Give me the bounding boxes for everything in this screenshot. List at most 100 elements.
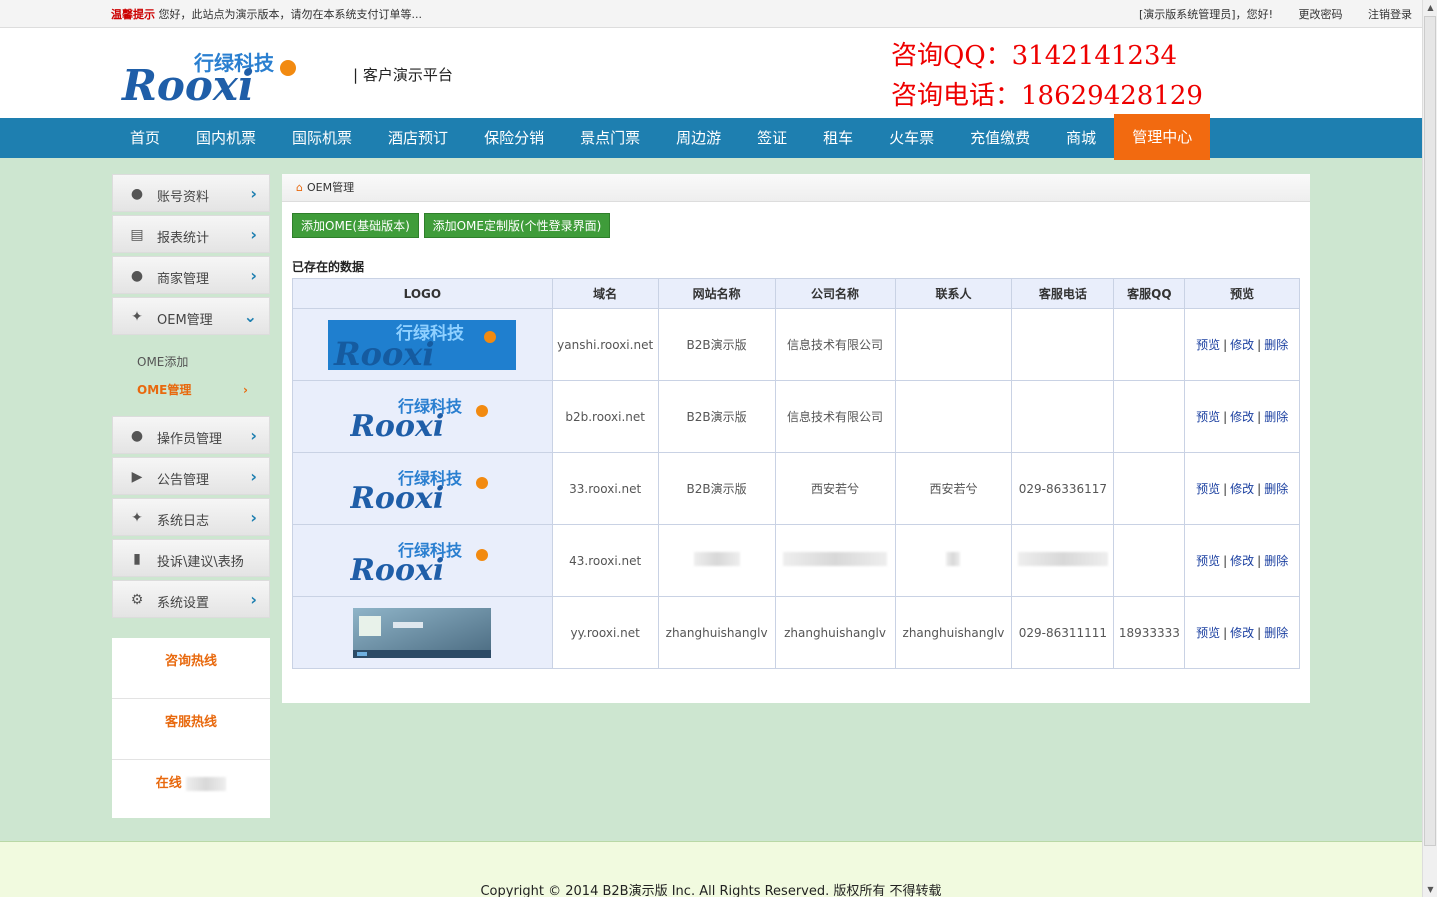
col-preview: 预览 <box>1184 278 1300 309</box>
logo-screenshot-thumbnail <box>353 607 492 658</box>
preview-link[interactable]: 预览 <box>1196 482 1220 496</box>
vertical-scrollbar[interactable]: ▲ ▼ <box>1422 0 1437 897</box>
svg-text:Rooxi: Rooxi <box>121 61 254 104</box>
add-ome-basic-button[interactable]: 添加OME(基础版本) <box>292 213 419 238</box>
scroll-thumb[interactable] <box>1424 16 1436 846</box>
col-qq: 客服QQ <box>1113 278 1186 309</box>
delete-link[interactable]: 删除 <box>1264 410 1288 424</box>
logout-link[interactable]: 注销登录 <box>1368 8 1412 21</box>
row-company: 信息技术有限公司 <box>774 308 896 381</box>
platform-title: | 客户演示平台 <box>353 66 453 84</box>
blurred-text <box>186 776 227 791</box>
chevron-right-icon: › <box>250 266 257 285</box>
row-phone <box>1011 524 1115 597</box>
breadcrumb-current: OEM管理 <box>306 181 355 194</box>
change-password-link[interactable]: 更改密码 <box>1299 8 1343 21</box>
preview-link[interactable]: 预览 <box>1196 626 1220 640</box>
submenu-label: OME管理 <box>137 383 192 397</box>
row-site: zhanghuishanglv <box>657 596 776 669</box>
row-actions: 预览 | 修改 | 删除 <box>1184 596 1300 669</box>
submenu-ome-add[interactable]: OME添加 <box>112 348 270 376</box>
logo-thumbnail: 行绿科技 Rooxi <box>350 469 489 511</box>
sidebar-item-oem[interactable]: ✦ OEM管理 ⌄ <box>112 297 270 335</box>
sidebar-item-account[interactable]: ● 账号资料 › <box>112 174 270 212</box>
row-phone <box>1011 380 1115 453</box>
online-label: 在线 <box>155 776 182 791</box>
nav-car-rental[interactable]: 租车 <box>805 118 871 158</box>
row-actions: 预览 | 修改 | 删除 <box>1184 380 1300 453</box>
nav-train[interactable]: 火车票 <box>871 118 952 158</box>
home-icon[interactable]: ⌂ <box>296 181 303 194</box>
nav-home[interactable]: 首页 <box>112 118 178 158</box>
svg-text:Rooxi: Rooxi <box>350 409 444 439</box>
col-company: 公司名称 <box>774 278 896 309</box>
add-ome-custom-button[interactable]: 添加OME定制版(个性登录界面) <box>423 213 611 238</box>
delete-link[interactable]: 删除 <box>1264 482 1288 496</box>
sidebar-item-merchants[interactable]: ● 商家管理 › <box>112 256 270 294</box>
existing-data-label: 已存在的数据 <box>292 260 365 274</box>
nav-intl-flights[interactable]: 国际机票 <box>274 118 370 158</box>
copyright: Copyright © 2014 B2B演示版 Inc. All Rights … <box>480 884 942 897</box>
scroll-down-arrow-icon[interactable]: ▼ <box>1423 882 1437 897</box>
row-logo: 行绿科技 Rooxi <box>292 308 553 381</box>
chevron-right-icon: › <box>250 508 257 527</box>
user-links: [演示版系统管理员]，您好! 更改密码 注销登录 <box>1117 6 1412 22</box>
consult-phone: 咨询电话：18629428129 <box>891 81 1203 111</box>
site-logo[interactable]: 行绿科技 Rooxi <box>120 48 306 110</box>
online-service[interactable]: 在线 <box>112 760 270 818</box>
edit-link[interactable]: 修改 <box>1230 410 1254 424</box>
nav-tickets[interactable]: 景点门票 <box>562 118 658 158</box>
delete-link[interactable]: 删除 <box>1264 554 1288 568</box>
user-greeting: [演示版系统管理员]，您好! <box>1139 8 1273 21</box>
row-company: 西安若兮 <box>774 452 896 525</box>
preview-link[interactable]: 预览 <box>1196 410 1220 424</box>
edit-link[interactable]: 修改 <box>1230 554 1254 568</box>
preview-link[interactable]: 预览 <box>1196 338 1220 352</box>
sidebar-item-settings[interactable]: ⚙ 系统设置 › <box>112 580 270 618</box>
consult-hotline: 咨询热线 <box>112 638 270 699</box>
sidebar-item-logs[interactable]: ✦ 系统日志 › <box>112 498 270 536</box>
action-buttons: 添加OME(基础版本) 添加OME定制版(个性登录界面) <box>292 213 611 238</box>
row-logo: 行绿科技 Rooxi <box>292 524 553 597</box>
sidebar-item-feedback[interactable]: ▮ 投诉\建议\表扬 <box>112 539 270 577</box>
table-row: 行绿科技 Rooxi 43.rooxi.net 预览 | 修改 | 删除 <box>292 524 1300 597</box>
nav-insurance[interactable]: 保险分销 <box>466 118 562 158</box>
submenu-ome-manage[interactable]: OME管理 › <box>112 376 270 404</box>
row-site <box>657 524 776 597</box>
nav-nearby-tours[interactable]: 周边游 <box>658 118 739 158</box>
delete-link[interactable]: 删除 <box>1264 338 1288 352</box>
log-icon: ✦ <box>131 510 143 526</box>
edit-link[interactable]: 修改 <box>1230 338 1254 352</box>
top-notice-bar: 温馨提示 您好，此站点为演示版本，请勿在本系统支付订单等... [演示版系统管理… <box>0 0 1422 28</box>
main-nav: 首页 国内机票 国际机票 酒店预订 保险分销 景点门票 周边游 签证 租车 火车… <box>0 114 1422 160</box>
row-domain: 43.rooxi.net <box>551 524 659 597</box>
hotline-box: 咨询热线 客服热线 在线 <box>112 638 270 818</box>
chevron-down-icon: ⌄ <box>243 307 257 326</box>
row-qq <box>1113 524 1186 597</box>
row-actions: 预览 | 修改 | 删除 <box>1184 452 1300 525</box>
nav-admin-center[interactable]: 管理中心 <box>1114 114 1211 160</box>
row-phone: 029-86336117 <box>1011 452 1115 525</box>
row-qq: 18933333 <box>1113 596 1186 669</box>
nav-domestic-flights[interactable]: 国内机票 <box>178 118 274 158</box>
sidebar-item-operators[interactable]: ● 操作员管理 › <box>112 416 270 454</box>
nav-hotel[interactable]: 酒店预订 <box>370 118 466 158</box>
row-company: zhanghuishanglv <box>774 596 896 669</box>
row-actions: 预览 | 修改 | 删除 <box>1184 308 1300 381</box>
blurred-text <box>1017 552 1108 566</box>
col-domain: 域名 <box>551 278 659 309</box>
nav-visa[interactable]: 签证 <box>739 118 805 158</box>
feedback-icon: ▮ <box>133 551 141 567</box>
speaker-icon: ▶ <box>131 469 143 485</box>
scroll-up-arrow-icon[interactable]: ▲ <box>1423 0 1437 15</box>
report-icon: ▤ <box>130 227 144 243</box>
sidebar-item-reports[interactable]: ▤ 报表统计 › <box>112 215 270 253</box>
delete-link[interactable]: 删除 <box>1264 626 1288 640</box>
edit-link[interactable]: 修改 <box>1230 482 1254 496</box>
nav-recharge[interactable]: 充值缴费 <box>952 118 1048 158</box>
preview-link[interactable]: 预览 <box>1196 554 1220 568</box>
sidebar-item-announcements[interactable]: ▶ 公告管理 › <box>112 457 270 495</box>
sidebar-item-label: 报表统计 <box>157 231 210 246</box>
nav-mall[interactable]: 商城 <box>1048 118 1114 158</box>
edit-link[interactable]: 修改 <box>1230 626 1254 640</box>
